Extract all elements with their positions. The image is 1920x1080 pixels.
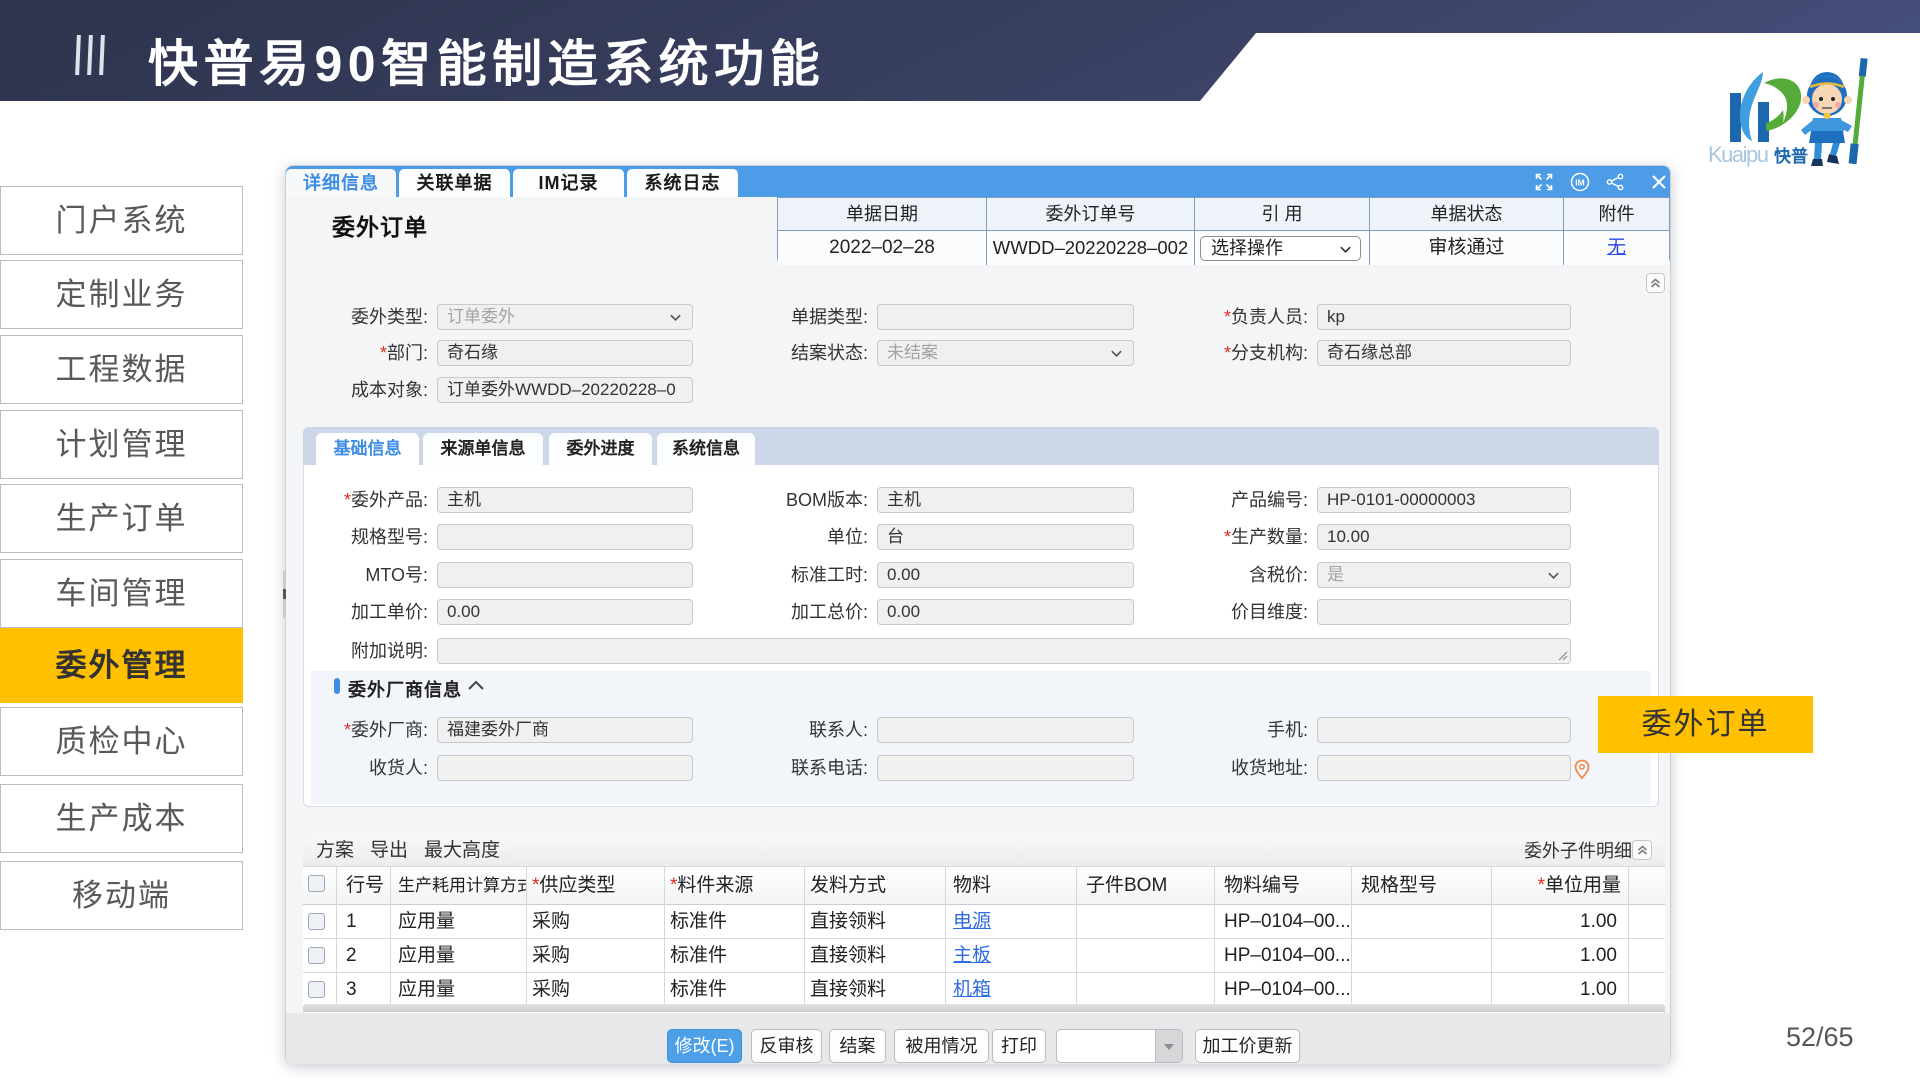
svg-text:快普: 快普 (1774, 146, 1808, 166)
svg-text:Kuaipu: Kuaipu (1708, 142, 1769, 167)
svg-text:IM: IM (1575, 178, 1584, 188)
